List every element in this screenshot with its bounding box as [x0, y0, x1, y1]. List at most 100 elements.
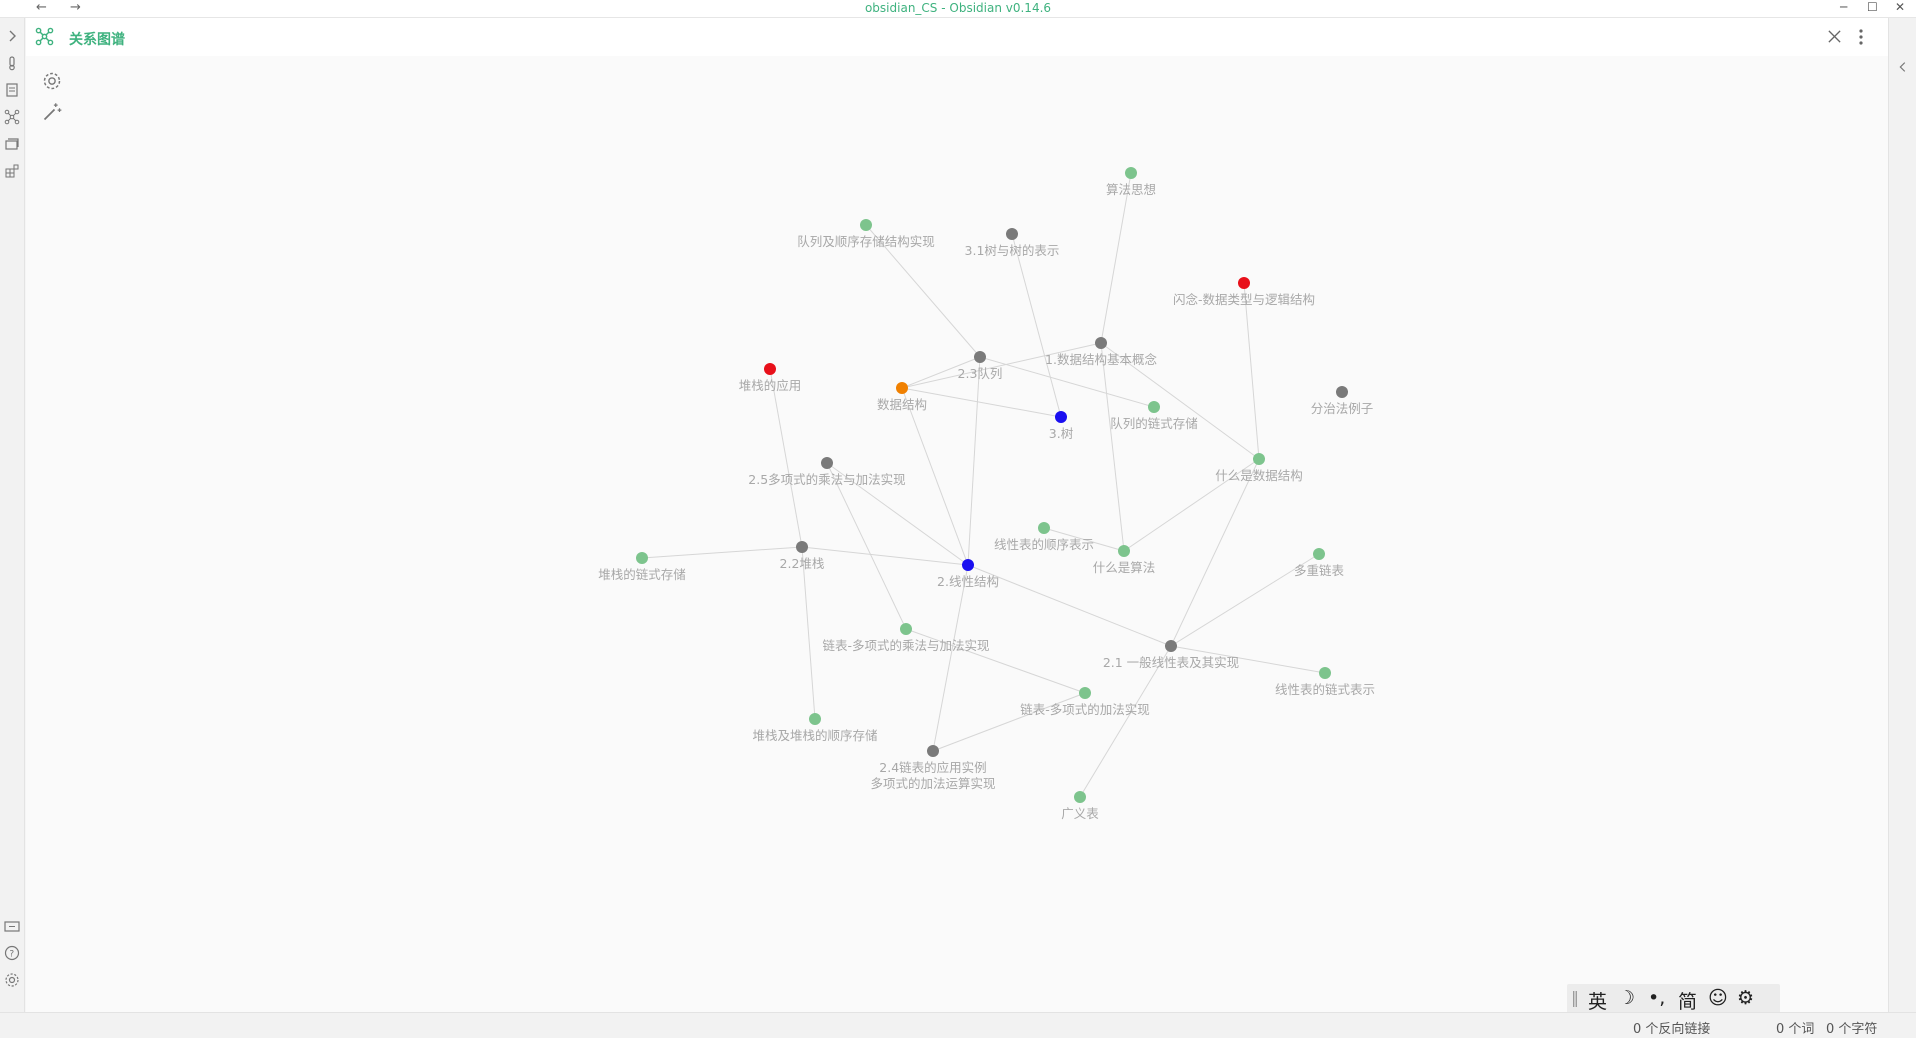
- graph-node-label: 队列及顺序存储结构实现: [797, 234, 935, 249]
- right-ribbon: [1888, 18, 1916, 1012]
- graph-node[interactable]: 广义表: [1061, 791, 1099, 821]
- graph-node-label: 数据结构: [877, 397, 927, 412]
- graph-node-label: 算法思想: [1106, 182, 1156, 197]
- graph-node-dot[interactable]: [809, 713, 821, 725]
- graph-edge: [1100, 172, 1132, 344]
- graph-node-label: 分治法例子: [1311, 401, 1374, 416]
- graph-node[interactable]: 2.2堆栈: [780, 541, 825, 571]
- collapse-right-sidebar-icon[interactable]: [1896, 60, 1910, 74]
- graph-node-dot[interactable]: [1074, 791, 1086, 803]
- graph-node-dot[interactable]: [1079, 687, 1091, 699]
- graph-node-label: 闪念-数据类型与逻辑结构: [1173, 292, 1315, 307]
- maximize-button[interactable]: ☐: [1867, 0, 1878, 14]
- graph-node-label: 广义表: [1061, 806, 1099, 821]
- graph-node-dot[interactable]: [1006, 228, 1018, 240]
- expand-sidebar-icon[interactable]: [4, 28, 20, 44]
- graph-node-dot[interactable]: [821, 457, 833, 469]
- graph-node-dot[interactable]: [1165, 640, 1177, 652]
- svg-text:?: ?: [9, 950, 14, 960]
- graph-nodes: 算法思想队列及顺序存储结构实现 3.1树与树的表示闪念-数据类型与逻辑结构 2.3队…: [598, 167, 1375, 821]
- graph-node[interactable]: 什么是数据结构: [1215, 453, 1303, 483]
- graph-node[interactable]: 数据结构: [877, 382, 927, 412]
- graph-node[interactable]: 2.4链表的应用实例多项式的加法运算实现: [870, 745, 996, 791]
- ime-moon-icon[interactable]: ☽: [1618, 987, 1635, 1009]
- graph-node-dot[interactable]: [1148, 401, 1160, 413]
- graph-node[interactable]: 1.数据结构基本概念: [1045, 337, 1157, 367]
- graph-edge: [1011, 233, 1062, 418]
- graph-node[interactable]: 什么是算法: [1093, 545, 1156, 575]
- graph-node[interactable]: 堆栈及堆栈的顺序存储: [752, 713, 878, 743]
- word-count: 0 个词: [1776, 1022, 1815, 1037]
- graph-node-label: 多重链表: [1294, 563, 1345, 578]
- graph-edge: [826, 462, 907, 630]
- graph-node[interactable]: 链表-多项式的加法实现: [1020, 687, 1150, 717]
- help-icon[interactable]: ?: [4, 945, 20, 961]
- ime-simplified-toggle[interactable]: 简: [1678, 987, 1697, 1014]
- graph-node[interactable]: 2.线性结构: [937, 559, 999, 589]
- ime-settings-icon[interactable]: ⚙: [1737, 987, 1754, 1009]
- graph-node-label: 2.4链表的应用实例: [879, 760, 986, 775]
- graph-node-dot[interactable]: [900, 623, 912, 635]
- minimize-button[interactable]: ─: [1840, 0, 1847, 14]
- settings-icon[interactable]: [4, 972, 20, 988]
- graph-node-dot[interactable]: [962, 559, 974, 571]
- vault-switcher-icon[interactable]: [4, 918, 20, 934]
- ime-punctuation-icon[interactable]: •,: [1648, 987, 1665, 1009]
- graph-node[interactable]: 2.3队列: [958, 351, 1003, 381]
- open-file-icon[interactable]: [4, 82, 20, 98]
- graph-edge: [932, 564, 969, 752]
- thermometer-icon[interactable]: [4, 55, 20, 71]
- graph-node[interactable]: 2.1 一般线性表及其实现: [1103, 640, 1239, 670]
- slides-icon[interactable]: [4, 136, 20, 152]
- graph-node-dot[interactable]: [796, 541, 808, 553]
- graph-canvas[interactable]: 算法思想队列及顺序存储结构实现 3.1树与树的表示闪念-数据类型与逻辑结构 2.3队…: [26, 18, 1888, 1012]
- graph-node[interactable]: 队列的链式存储: [1110, 401, 1198, 431]
- graph-node[interactable]: 多重链表: [1294, 548, 1345, 578]
- graph-node[interactable]: 线性表的链式表示: [1275, 667, 1375, 697]
- graph-edge: [801, 546, 816, 720]
- graph-node[interactable]: 堆栈的链式存储: [598, 552, 686, 582]
- graph-node-dot[interactable]: [1125, 167, 1137, 179]
- graph-node-dot[interactable]: [764, 363, 776, 375]
- graph-edge: [769, 368, 803, 548]
- graph-node-dot[interactable]: [927, 745, 939, 757]
- graph-edges: [641, 172, 1326, 798]
- graph-node-dot[interactable]: [1253, 453, 1265, 465]
- graph-node-dot[interactable]: [636, 552, 648, 564]
- graph-node[interactable]: 线性表的顺序表示: [994, 522, 1094, 552]
- graph-edge: [1170, 458, 1260, 647]
- graph-node-label: 堆栈及堆栈的顺序存储: [752, 728, 877, 743]
- graph-node[interactable]: 链表-多项式的乘法与加法实现: [822, 623, 990, 653]
- graph-node[interactable]: 分治法例子: [1311, 386, 1374, 416]
- graph-node-label: 2.线性结构: [937, 574, 999, 589]
- graph-node[interactable]: 队列及顺序存储结构实现: [797, 219, 935, 249]
- ime-handle[interactable]: ‖: [1571, 988, 1579, 1007]
- graph-node-dot[interactable]: [974, 351, 986, 363]
- graph-node[interactable]: 堆栈的应用: [739, 363, 802, 393]
- graph-node[interactable]: 算法思想: [1106, 167, 1156, 197]
- graph-node[interactable]: 3.1树与树的表示: [965, 228, 1060, 258]
- graph-node-dot[interactable]: [1095, 337, 1107, 349]
- graph-node-dot[interactable]: [1319, 667, 1331, 679]
- graph-node-dot[interactable]: [896, 382, 908, 394]
- graph-node-dot[interactable]: [1055, 411, 1067, 423]
- graph-node-dot[interactable]: [1118, 545, 1130, 557]
- graph-node-label: 3.树: [1049, 426, 1073, 441]
- graph-node[interactable]: 2.5多项式的乘法与加法实现: [748, 457, 906, 487]
- plugin-grid-icon[interactable]: [4, 163, 20, 179]
- graph-node[interactable]: 闪念-数据类型与逻辑结构: [1173, 277, 1315, 307]
- ime-language-toggle[interactable]: 英: [1588, 987, 1607, 1014]
- graph-node-dot[interactable]: [860, 219, 872, 231]
- graph-node-label-line2: 多项式的加法运算实现: [870, 776, 995, 791]
- graph-view-pane[interactable]: 关系图谱 算法思想 队列及顺序存储结构实现 3.1树与树的表示 闪念-数据类型与逻辑结…: [26, 18, 1888, 1016]
- graph-edge: [1100, 342, 1125, 552]
- graph-node-dot[interactable]: [1238, 277, 1250, 289]
- graph-node-dot[interactable]: [1313, 548, 1325, 560]
- close-window-button[interactable]: ✕: [1895, 0, 1905, 14]
- graph-node-label: 堆栈的链式存储: [598, 567, 686, 582]
- graph-node-label: 线性表的顺序表示: [994, 537, 1094, 552]
- ime-emoji-icon[interactable]: ☺: [1708, 987, 1728, 1009]
- graph-node-dot[interactable]: [1038, 522, 1050, 534]
- graph-view-icon[interactable]: [4, 109, 20, 125]
- graph-node-dot[interactable]: [1336, 386, 1348, 398]
